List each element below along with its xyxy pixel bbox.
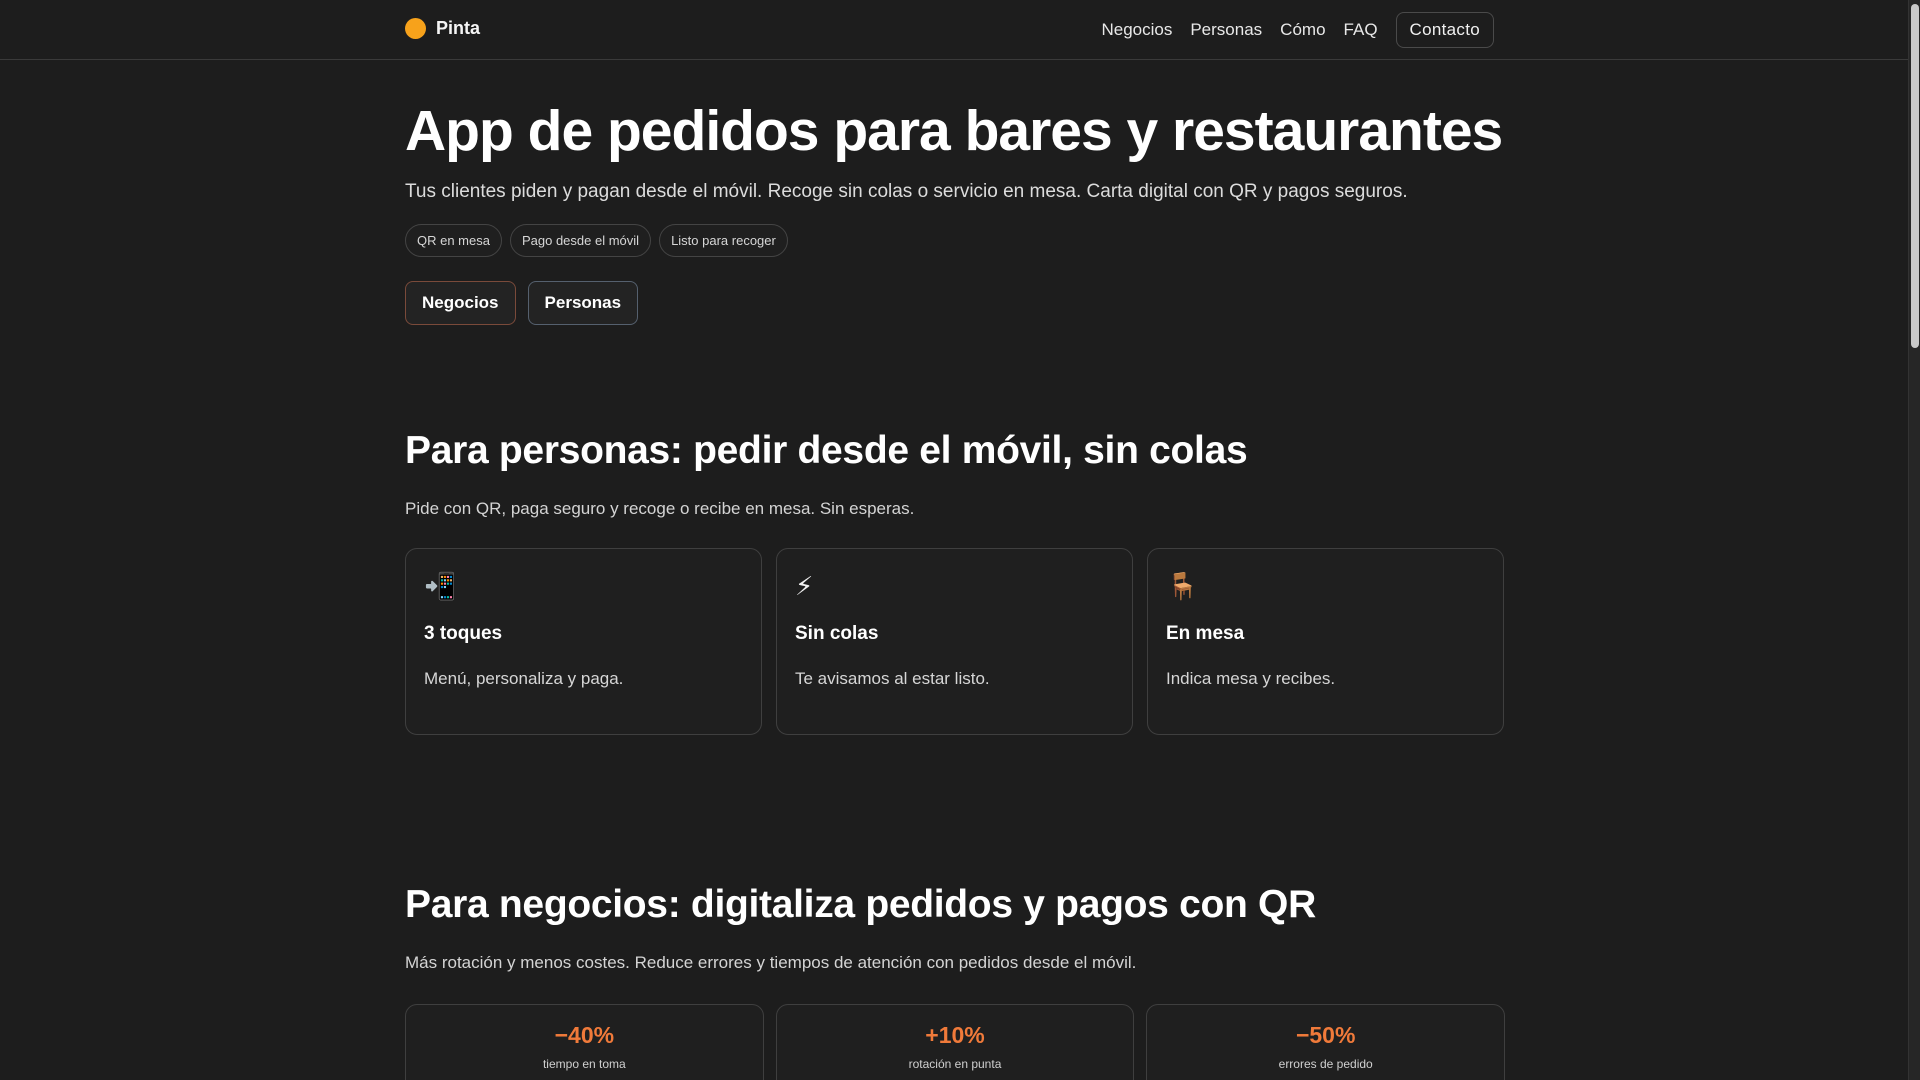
lightning-icon: ⚡ [795,571,814,601]
feature-pills: QR en mesa Pago desde el móvil Listo par… [405,224,1505,257]
chair-icon: 🪑 [1166,571,1199,601]
pill-pago-movil: Pago desde el móvil [509,224,652,257]
cta-personas-button[interactable]: Personas [527,281,639,325]
brand-logo-link[interactable]: Pinta [405,18,480,39]
negocios-title: Para negocios: digitaliza pedidos y pago… [405,883,1316,926]
stat-label: errores de pedido [1278,1057,1373,1071]
stat-value: +10% [925,1022,985,1048]
stat-card: −40% tiempo en toma [405,1004,764,1080]
personas-title: Para personas: pedir desde el móvil, sin… [405,429,1248,472]
nav-link-faq[interactable]: FAQ [1344,18,1378,42]
personas-subtitle: Pide con QR, paga seguro y recoge o reci… [405,499,915,518]
site-header: Pinta Negocios Personas Cómo FAQ Contact… [0,0,1908,60]
stat-value: −50% [1295,1022,1356,1048]
nav-link-personas[interactable]: Personas [1190,18,1262,42]
feature-card: 📲 3 toques Menú, personaliza y paga. [405,548,762,735]
negocios-subtitle: Más rotación y menos costes. Reduce erro… [405,953,1137,972]
personas-feature-cards: 📲 3 toques Menú, personaliza y paga. ⚡ S… [405,548,1505,735]
hero-subtitle: Tus clientes piden y pagan desde el móvi… [405,181,1408,202]
stat-card: +10% rotación en punta [775,1004,1135,1080]
feature-card-desc: Indica mesa y recibes. [1166,669,1336,688]
feature-card-title: En mesa [1166,623,1245,644]
main-nav: Negocios Personas Cómo FAQ Contacto [1101,12,1494,48]
negocios-stat-cards: −40% tiempo en toma +10% rotación en pun… [405,1004,1506,1080]
cta-negocios-button[interactable]: Negocios [405,281,516,325]
personas-section: Para personas: pedir desde el móvil, sin… [405,427,1505,735]
stat-label: rotación en punta [908,1057,1002,1071]
cta-row: Negocios Personas [405,281,1505,325]
feature-card: 🪑 En mesa Indica mesa y recibes. [1147,548,1504,735]
main-content: App de pedidos para bares y restaurantes… [405,60,1506,1080]
pill-listo-recoger: Listo para recoger [659,224,788,257]
hero-section: App de pedidos para bares y restaurantes… [405,97,1505,325]
feature-card-desc: Te avisamos al estar listo. [795,669,990,688]
scrollbar[interactable] [1908,0,1920,1080]
pill-qr-en-mesa: QR en mesa [405,224,502,257]
stat-value: −40% [554,1022,615,1048]
stat-card: −50% errores de pedido [1146,1004,1506,1080]
negocios-section: Para negocios: digitaliza pedidos y pago… [405,881,1506,1080]
feature-card-title: 3 toques [424,623,503,644]
feature-card-title: Sin colas [795,623,879,644]
contact-button[interactable]: Contacto [1395,12,1494,48]
stat-label: tiempo en toma [542,1057,626,1071]
brand-dot-icon [405,18,426,39]
nav-link-como[interactable]: Cómo [1280,18,1325,42]
feature-card: ⚡ Sin colas Te avisamos al estar listo. [776,548,1133,735]
scrollbar-thumb[interactable] [1911,4,1919,348]
brand-name: Pinta [436,18,481,38]
page: Pinta Negocios Personas Cómo FAQ Contact… [0,0,1920,1080]
nav-link-negocios[interactable]: Negocios [1101,18,1172,42]
hero-title: App de pedidos para bares y restaurantes [405,99,1503,163]
phone-arrow-icon: 📲 [424,571,457,601]
feature-card-desc: Menú, personaliza y paga. [424,669,624,688]
